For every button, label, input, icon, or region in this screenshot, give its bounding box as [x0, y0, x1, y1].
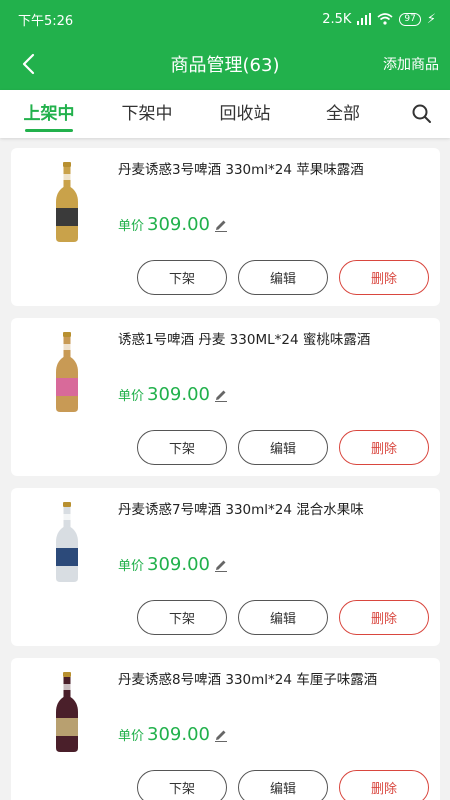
wifi-icon — [377, 13, 393, 25]
signal-icon — [357, 13, 372, 25]
battery-level: 97 — [399, 12, 421, 26]
status-icons: 2.5K 97 ⚡ — [322, 12, 436, 27]
product-card: 丹麦诱惑3号啤酒 330ml*24 苹果味露酒 单价 309.00 下架 编辑 … — [11, 148, 440, 306]
price-label: 单价 — [118, 729, 145, 744]
edit-button[interactable]: 编辑 — [238, 770, 328, 800]
product-list: 丹麦诱惑3号啤酒 330ml*24 苹果味露酒 单价 309.00 下架 编辑 … — [11, 148, 440, 800]
price-row: 单价 309.00 — [118, 724, 228, 745]
charging-icon: ⚡ — [426, 11, 436, 27]
app-header: 商品管理(63) 添加商品 — [0, 38, 450, 90]
price-row: 单价 309.00 — [118, 214, 228, 235]
tab-bar: 上架中 下架中 回收站 全部 — [0, 90, 450, 138]
product-name: 丹麦诱惑8号啤酒 330ml*24 车厘子味露酒 — [118, 672, 378, 688]
price-row: 单价 309.00 — [118, 554, 228, 575]
price-label: 单价 — [118, 389, 145, 404]
delete-button[interactable]: 删除 — [339, 430, 429, 465]
price-value: 309.00 — [147, 724, 210, 745]
price-value: 309.00 — [147, 214, 210, 235]
chevron-left-icon — [22, 53, 35, 75]
beer-bottle-image — [56, 502, 78, 582]
product-card: 丹麦诱惑8号啤酒 330ml*24 车厘子味露酒 单价 309.00 下架 编辑… — [11, 658, 440, 800]
price-value: 309.00 — [147, 384, 210, 405]
action-buttons: 下架 编辑 删除 — [137, 260, 429, 295]
price-label: 单价 — [118, 559, 145, 574]
tab-on-shelf[interactable]: 上架中 — [0, 90, 98, 138]
off-shelf-button[interactable]: 下架 — [137, 600, 227, 635]
product-card: 诱惑1号啤酒 丹麦 330ML*24 蜜桃味露酒 单价 309.00 下架 编辑… — [11, 318, 440, 476]
pencil-icon[interactable] — [214, 558, 228, 572]
back-button[interactable] — [10, 46, 46, 82]
off-shelf-button[interactable]: 下架 — [137, 430, 227, 465]
price-value: 309.00 — [147, 554, 210, 575]
pencil-icon[interactable] — [214, 218, 228, 232]
tab-all[interactable]: 全部 — [294, 90, 392, 138]
add-product-button[interactable]: 添加商品 — [383, 38, 439, 90]
product-image[interactable] — [31, 156, 103, 248]
beer-bottle-image — [56, 162, 78, 242]
delete-button[interactable]: 删除 — [339, 600, 429, 635]
product-name: 丹麦诱惑3号啤酒 330ml*24 苹果味露酒 — [118, 162, 364, 178]
off-shelf-button[interactable]: 下架 — [137, 260, 227, 295]
edit-button[interactable]: 编辑 — [238, 600, 328, 635]
delete-button[interactable]: 删除 — [339, 770, 429, 800]
action-buttons: 下架 编辑 删除 — [137, 600, 429, 635]
edit-button[interactable]: 编辑 — [238, 430, 328, 465]
pencil-icon[interactable] — [214, 388, 228, 402]
beer-bottle-image — [56, 672, 78, 752]
product-name: 诱惑1号啤酒 丹麦 330ML*24 蜜桃味露酒 — [118, 332, 371, 348]
search-button[interactable] — [410, 102, 434, 126]
edit-button[interactable]: 编辑 — [238, 260, 328, 295]
price-label: 单价 — [118, 219, 145, 234]
network-speed: 2.5K — [322, 11, 352, 27]
product-image[interactable] — [31, 326, 103, 418]
delete-button[interactable]: 删除 — [339, 260, 429, 295]
product-image[interactable] — [31, 666, 103, 758]
price-row: 单价 309.00 — [118, 384, 228, 405]
tab-recycle-bin[interactable]: 回收站 — [196, 90, 294, 138]
product-image[interactable] — [31, 496, 103, 588]
status-bar: 下午5:26 2.5K 97 ⚡ — [0, 0, 450, 38]
status-time: 下午5:26 — [18, 13, 74, 29]
pencil-icon[interactable] — [214, 728, 228, 742]
search-icon — [412, 104, 431, 123]
action-buttons: 下架 编辑 删除 — [137, 430, 429, 465]
action-buttons: 下架 编辑 删除 — [137, 770, 429, 800]
product-card: 丹麦诱惑7号啤酒 330ml*24 混合水果味 单价 309.00 下架 编辑 … — [11, 488, 440, 646]
off-shelf-button[interactable]: 下架 — [137, 770, 227, 800]
product-name: 丹麦诱惑7号啤酒 330ml*24 混合水果味 — [118, 502, 364, 518]
beer-bottle-image — [56, 332, 78, 412]
page-title: 商品管理(63) — [170, 55, 280, 76]
tab-off-shelf[interactable]: 下架中 — [98, 90, 196, 138]
